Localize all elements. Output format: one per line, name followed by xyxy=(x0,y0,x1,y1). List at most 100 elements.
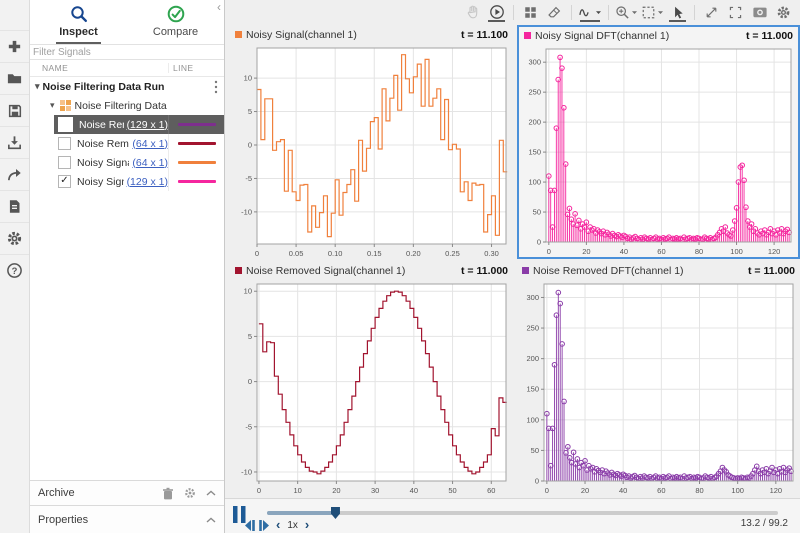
expand-button[interactable] xyxy=(700,2,723,22)
playback-controls-button[interactable] xyxy=(485,2,508,22)
import-button[interactable] xyxy=(0,126,29,158)
report-button[interactable] xyxy=(0,190,29,222)
signal-line-style-cell[interactable] xyxy=(168,172,224,191)
settings-gear-button[interactable] xyxy=(772,2,795,22)
tab-inspect[interactable]: Inspect xyxy=(30,0,127,44)
export-button[interactable] xyxy=(0,158,29,190)
svg-text:300: 300 xyxy=(526,293,539,302)
svg-text:100: 100 xyxy=(730,247,743,256)
chart-noise-removed-signal[interactable]: 0102030405060-10-50510 xyxy=(230,279,513,496)
signal-visibility-checkbox[interactable]: ✓ xyxy=(58,175,71,188)
collapse-caret-icon[interactable]: ▾ xyxy=(50,100,55,111)
signal-line-style-cell[interactable] xyxy=(168,134,224,153)
signal-dims-link[interactable]: (64 x 1) xyxy=(132,157,168,169)
signal-dims-link[interactable]: (129 x 1) xyxy=(127,119,168,131)
signal-row-body[interactable]: ✓Noisy Signal DFT(129 x 1) xyxy=(54,172,224,191)
signal-row-body[interactable]: Noise Removed [(129 x 1) xyxy=(54,115,224,134)
pointer-icon xyxy=(670,5,685,20)
plot-card-noisy-signal[interactable]: Noisy Signal(channel 1)t = 11.10000.050.… xyxy=(230,26,513,259)
svg-text:80: 80 xyxy=(695,486,703,495)
dataset-group-row[interactable]: ▾ Noise Filtering Data xyxy=(30,96,224,115)
collapse-chevron-icon[interactable] xyxy=(206,517,216,523)
plot-time-label: t = 11.000 xyxy=(461,265,508,277)
signal-row[interactable]: Noisy Signal(64 x 1) xyxy=(30,153,224,172)
step-forward-button[interactable] xyxy=(258,520,271,531)
fit-to-view-button[interactable] xyxy=(640,2,665,22)
signals-wave-button[interactable] xyxy=(577,2,603,22)
kebab-menu-icon[interactable] xyxy=(214,80,218,94)
step-back-button[interactable] xyxy=(243,520,256,531)
svg-text:30: 30 xyxy=(371,486,379,495)
pan-hand-icon xyxy=(465,4,481,20)
filter-signals-input[interactable] xyxy=(30,44,224,60)
signal-dims-link[interactable]: (129 x 1) xyxy=(127,176,168,188)
open-folder-button[interactable] xyxy=(0,62,29,94)
pointer-button[interactable] xyxy=(666,2,689,22)
svg-text:120: 120 xyxy=(770,486,783,495)
snapshot-camera-button[interactable] xyxy=(748,2,771,22)
time-slider[interactable] xyxy=(267,511,778,515)
signal-table-header: NAME LINE xyxy=(30,60,224,77)
signal-line-swatch xyxy=(178,142,216,145)
signal-visibility-checkbox[interactable] xyxy=(58,137,71,150)
plot-time-label: t = 11.100 xyxy=(461,29,508,41)
svg-text:0.10: 0.10 xyxy=(328,249,343,258)
sidebar-tabs: Inspect Compare xyxy=(30,0,224,44)
svg-text:200: 200 xyxy=(528,118,541,127)
dataset-icon xyxy=(60,100,71,111)
faster-button[interactable]: › xyxy=(302,519,312,531)
signal-row-body[interactable]: Noise Removed Si(64 x 1) xyxy=(54,134,224,153)
eraser-button[interactable] xyxy=(543,2,566,22)
svg-text:0: 0 xyxy=(535,477,539,486)
plot-card-noisy-dft[interactable]: Noisy Signal DFT(channel 1)t = 11.000020… xyxy=(517,25,800,259)
add-button[interactable] xyxy=(0,30,29,62)
archive-settings-gear-icon[interactable] xyxy=(184,487,196,499)
svg-text:-5: -5 xyxy=(245,422,252,431)
layout-grid-button[interactable] xyxy=(519,2,542,22)
signal-row-body[interactable]: Noisy Signal(64 x 1) xyxy=(54,153,224,172)
plot-card-header: Noisy Signal(channel 1)t = 11.100 xyxy=(230,26,513,43)
preferences-gear-button[interactable] xyxy=(0,222,29,254)
signal-line-style-cell[interactable] xyxy=(168,115,224,134)
signal-row[interactable]: Noise Removed [(129 x 1) xyxy=(30,115,224,134)
properties-section-header[interactable]: Properties xyxy=(30,505,224,533)
signal-row[interactable]: ✓Noisy Signal DFT(129 x 1) xyxy=(30,172,224,191)
add-icon xyxy=(6,38,23,55)
run-row[interactable]: ▾ Noise Filtering Data Run xyxy=(30,77,224,96)
save-button[interactable] xyxy=(0,94,29,126)
signal-row[interactable]: Noise Removed Si(64 x 1) xyxy=(30,134,224,153)
chart-noisy-dft[interactable]: 020406080100120050100150200250300 xyxy=(519,44,798,257)
signal-visibility-checkbox[interactable] xyxy=(58,156,71,169)
plot-area-toolbar xyxy=(225,0,800,24)
signal-dims-link[interactable]: (64 x 1) xyxy=(132,138,168,150)
plot-card-noise-removed-dft[interactable]: Noise Removed DFT(channel 1)t = 11.00002… xyxy=(517,262,800,496)
svg-text:-10: -10 xyxy=(241,467,252,476)
plot-card-noise-removed-signal[interactable]: Noise Removed Signal(channel 1)t = 11.00… xyxy=(230,262,513,496)
save-icon xyxy=(7,103,23,119)
signal-line-style-cell[interactable] xyxy=(168,153,224,172)
archive-section-header[interactable]: Archive xyxy=(30,480,224,505)
svg-text:50: 50 xyxy=(448,486,456,495)
fullscreen-icon xyxy=(728,5,743,20)
chart-noise-removed-dft[interactable]: 020406080100120050100150200250300 xyxy=(517,279,800,496)
collapse-caret-icon[interactable]: ▾ xyxy=(35,81,40,92)
toolbar-separator xyxy=(694,5,695,20)
signal-name: Noise Removed Si xyxy=(77,138,129,150)
fullscreen-button[interactable] xyxy=(724,2,747,22)
time-slider-handle[interactable] xyxy=(331,507,340,519)
playback-speed-label[interactable]: 1x xyxy=(285,520,300,531)
trash-icon[interactable] xyxy=(162,487,174,500)
svg-text:100: 100 xyxy=(526,415,539,424)
svg-text:40: 40 xyxy=(619,486,627,495)
chart-noisy-signal[interactable]: 00.050.100.150.200.250.30-10-50510 xyxy=(230,43,513,259)
collapse-chevron-icon[interactable] xyxy=(206,490,216,496)
svg-text:5: 5 xyxy=(248,107,252,116)
signal-line-swatch xyxy=(178,161,216,164)
slower-button[interactable]: ‹ xyxy=(273,519,283,531)
help-icon: ? xyxy=(6,262,23,279)
dataset-group-label: Noise Filtering Data xyxy=(75,100,167,112)
zoom-button[interactable] xyxy=(614,2,639,22)
help-button[interactable]: ? xyxy=(0,254,29,286)
signal-visibility-checkbox[interactable] xyxy=(58,117,73,132)
tab-compare[interactable]: Compare xyxy=(127,0,224,44)
